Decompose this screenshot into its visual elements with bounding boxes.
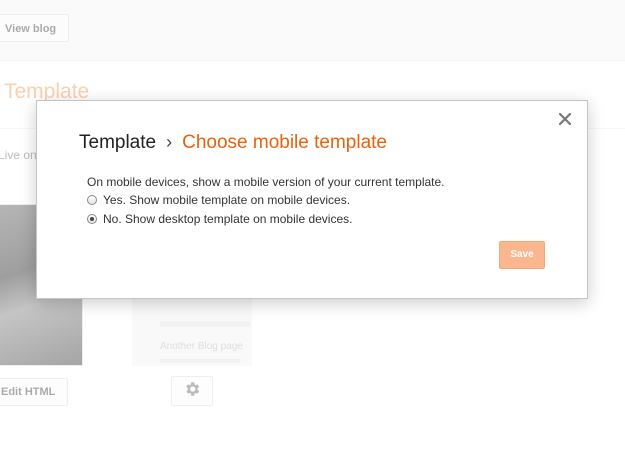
save-button[interactable]: Save: [499, 241, 545, 269]
dialog-breadcrumb: Template › Choose mobile template: [79, 132, 387, 154]
option-no-label: No. Show desktop template on mobile devi…: [103, 212, 353, 226]
close-button[interactable]: [557, 112, 573, 130]
radio-yes[interactable]: [87, 195, 97, 205]
breadcrumb-separator: ›: [166, 132, 173, 152]
radio-no[interactable]: [87, 214, 97, 224]
mobile-question-text: On mobile devices, show a mobile version…: [87, 175, 445, 189]
breadcrumb-parent: Template: [79, 132, 157, 153]
option-no[interactable]: No. Show desktop template on mobile devi…: [87, 212, 352, 226]
close-icon: [558, 112, 572, 130]
option-yes-label: Yes. Show mobile template on mobile devi…: [103, 193, 351, 207]
choose-mobile-template-dialog: Template › Choose mobile template On mobil…: [36, 100, 588, 299]
option-yes[interactable]: Yes. Show mobile template on mobile devi…: [87, 193, 350, 207]
breadcrumb-current: Choose mobile template: [182, 132, 387, 153]
